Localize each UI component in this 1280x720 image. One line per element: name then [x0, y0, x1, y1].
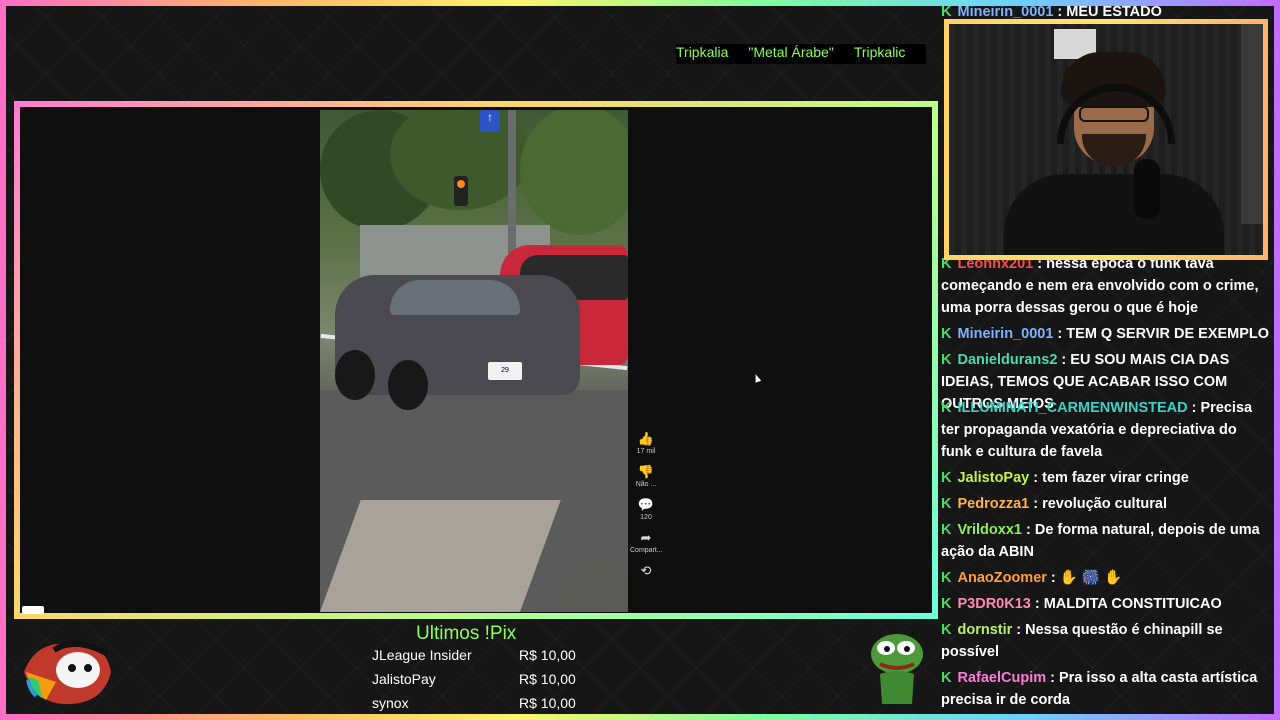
- car-wheel: [335, 350, 375, 400]
- chat-message: K AnaoZoomer : ✋ 🎆 ✋: [941, 567, 1271, 589]
- webcam-overlay: [944, 19, 1268, 260]
- chat-text: : MEU ESTADO: [1053, 4, 1162, 20]
- badge-icon: K: [941, 622, 952, 638]
- chat-message: K RafaelCupim : Pra isso a alta casta art…: [941, 667, 1271, 711]
- pix-amount: R$ 10,00: [519, 647, 576, 663]
- badge-icon: K: [941, 570, 952, 586]
- comments-icon: 💬: [637, 497, 655, 512]
- chat-username[interactable]: RafaelCupim: [957, 670, 1046, 686]
- chat-message: K P3DR0K13 : MALDITA CONSTITUICAO: [941, 593, 1271, 615]
- pix-amount: R$ 10,00: [519, 695, 576, 711]
- chat-username[interactable]: JalistoPay: [957, 470, 1029, 486]
- license-plate: 29: [488, 362, 522, 380]
- badge-icon: K: [941, 522, 952, 538]
- remix-icon: ⟲: [640, 563, 652, 578]
- ticker-item: "Metal Árabe": [748, 44, 834, 60]
- car-wheel: [388, 360, 428, 410]
- pix-donor: JLeague Insider: [372, 647, 472, 663]
- share-button[interactable]: ➦ Compart...: [630, 529, 663, 554]
- short-video[interactable]: ↑ 29: [320, 110, 628, 612]
- dislike-label: Não ...: [635, 481, 657, 488]
- ticker-item: Tripkalic: [853, 44, 906, 60]
- tree: [520, 110, 628, 235]
- pepe-frog-icon: [871, 634, 923, 704]
- streamer-shirt: [1004, 174, 1224, 255]
- like-icon: 👍: [637, 431, 655, 446]
- like-count: 17 mil: [636, 448, 656, 455]
- chat-username[interactable]: Danieldurans2: [957, 352, 1057, 368]
- marquee-ticker: Tripkalia "Metal Árabe" Tripkalic: [676, 44, 926, 64]
- pix-amount: R$ 10,00: [519, 671, 576, 687]
- grey-car-window: [390, 280, 520, 315]
- badge-icon: K: [941, 470, 952, 486]
- badge-icon: K: [941, 596, 952, 612]
- chat-message: K Vrildoxx1 : De forma natural, depois de…: [941, 519, 1271, 563]
- chat-message: Kdornstir : Nessa questão é chinapill se…: [941, 619, 1271, 663]
- badge-icon: K: [941, 352, 952, 368]
- like-button[interactable]: 👍 17 mil: [630, 430, 662, 455]
- chat-username[interactable]: Pedrozza1: [957, 496, 1029, 512]
- road-sign-icon: ↑: [480, 110, 500, 132]
- mascot-character-icon: [24, 641, 111, 705]
- chat-message: K ILLUMINATI_CARMENWINSTEAD : Precisa ter…: [941, 397, 1271, 463]
- pix-donor: JalistoPay: [372, 671, 436, 687]
- chat-text: : TEM Q SERVIR DE EXEMPLO: [1053, 326, 1270, 342]
- dislike-button[interactable]: 👎 Não ...: [630, 463, 662, 488]
- chat-username[interactable]: Vrildoxx1: [957, 522, 1021, 538]
- glasses-icon: [1079, 106, 1149, 122]
- dislike-icon: 👎: [637, 464, 655, 479]
- sidewalk: [320, 500, 561, 612]
- badge-icon: K: [941, 400, 952, 416]
- chat-text: : tem fazer virar cringe: [1029, 470, 1189, 486]
- badge-icon: K: [941, 670, 952, 686]
- chat-text: : MALDITA CONSTITUICAO: [1030, 596, 1222, 612]
- chat-message: K Mineirin_0001 : TEM Q SERVIR DE EXEMPLO: [941, 323, 1271, 345]
- chat-message: K Pedrozza1 : revolução cultural: [941, 493, 1271, 515]
- share-label: Compart...: [630, 547, 663, 554]
- chat-text: : ✋ 🎆 ✋: [1046, 570, 1123, 586]
- chat-message: K Leonnx201 : nessa época o funk tava com…: [941, 253, 1271, 319]
- ticker-item: Tripkalia: [676, 44, 729, 60]
- bookshelf: [1241, 24, 1263, 224]
- badge-icon: K: [941, 496, 952, 512]
- video-progress-marker: [22, 606, 44, 614]
- comments-button[interactable]: 💬 120: [630, 496, 662, 521]
- pix-title: Ultimos !Pix: [416, 623, 517, 644]
- chat-username[interactable]: Mineirin_0001: [957, 4, 1053, 20]
- chat-message: K JalistoPay : tem fazer virar cringe: [941, 467, 1271, 489]
- pix-donor: synox: [372, 695, 409, 711]
- chat-text: : revolução cultural: [1029, 496, 1168, 512]
- share-icon: ➦: [640, 530, 652, 545]
- chat-username[interactable]: AnaoZoomer: [957, 570, 1046, 586]
- comments-count: 120: [640, 514, 652, 521]
- traffic-light-icon: [454, 176, 468, 206]
- chat-username[interactable]: dornstir: [957, 622, 1012, 638]
- short-actions-rail: 👍 17 mil 👎 Não ... 💬 120 ➦ Compart... ⟲: [630, 430, 663, 588]
- chat-username[interactable]: ILLUMINATI_CARMENWINSTEAD: [957, 400, 1187, 416]
- microphone-icon: [1134, 159, 1160, 219]
- chat-username[interactable]: P3DR0K13: [957, 596, 1030, 612]
- chat-username[interactable]: Mineirin_0001: [957, 326, 1053, 342]
- remix-button[interactable]: ⟲: [630, 562, 662, 580]
- badge-icon: K: [941, 326, 952, 342]
